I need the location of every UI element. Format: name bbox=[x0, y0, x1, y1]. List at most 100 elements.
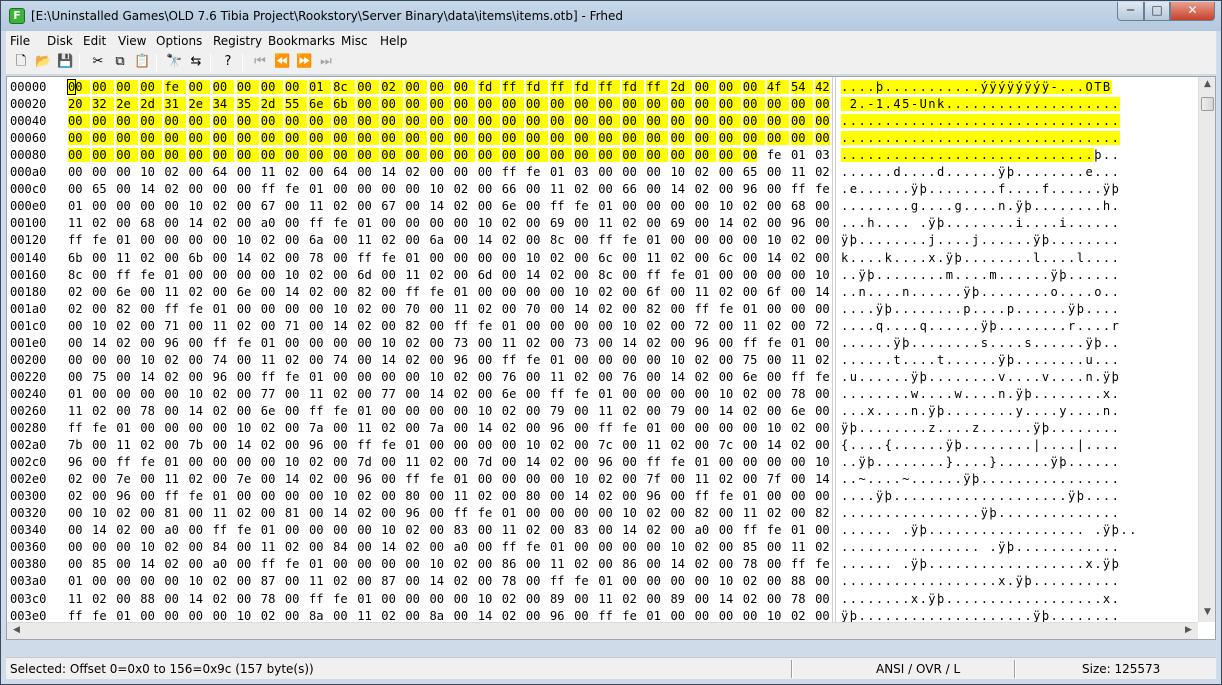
hex-byte[interactable]: 00 bbox=[140, 420, 156, 437]
hex-byte[interactable]: 00 bbox=[189, 608, 205, 622]
hex-byte[interactable]: 00 bbox=[237, 198, 253, 215]
hex-byte[interactable]: 00 bbox=[815, 403, 831, 420]
hex-byte[interactable]: 00 bbox=[189, 539, 205, 556]
horizontal-scrollbar[interactable]: ◀ ▶ bbox=[7, 622, 1198, 639]
hex-byte[interactable]: 10 bbox=[381, 522, 397, 539]
hex-byte[interactable]: 6c bbox=[598, 250, 614, 267]
hex-byte[interactable]: 00 bbox=[284, 130, 310, 147]
hex-byte[interactable]: 02 bbox=[502, 403, 518, 420]
hex-byte[interactable]: 00 bbox=[815, 335, 831, 352]
hex-byte[interactable]: 00 bbox=[453, 96, 479, 113]
hex-byte[interactable]: 00 bbox=[92, 301, 108, 318]
hex-byte[interactable]: 00 bbox=[453, 79, 479, 96]
hex-byte[interactable]: 00 bbox=[116, 164, 132, 181]
hex-byte[interactable]: 11 bbox=[164, 471, 180, 488]
hex-byte[interactable]: fd bbox=[574, 79, 599, 96]
hex-byte[interactable]: 00 bbox=[550, 96, 575, 113]
hex-byte[interactable]: 8c bbox=[550, 232, 566, 249]
hex-byte[interactable]: 00 bbox=[140, 386, 156, 403]
hex-byte[interactable]: 00 bbox=[719, 505, 735, 522]
hex-byte[interactable]: 00 bbox=[767, 352, 783, 369]
hex-byte[interactable]: 02 bbox=[454, 573, 470, 590]
hex-byte[interactable]: 00 bbox=[92, 79, 117, 96]
hex-byte[interactable]: 00 bbox=[116, 403, 132, 420]
hex-byte[interactable]: 02 bbox=[309, 471, 325, 488]
hex-byte[interactable]: 02 bbox=[695, 352, 711, 369]
hex-byte[interactable]: 96 bbox=[405, 505, 421, 522]
hex-byte[interactable]: 00 bbox=[791, 96, 816, 113]
hex-byte[interactable]: 00 bbox=[767, 573, 783, 590]
hex-byte[interactable]: fe bbox=[622, 420, 638, 437]
hex-byte[interactable]: 68 bbox=[791, 198, 807, 215]
hex-byte[interactable]: 01 bbox=[695, 454, 711, 471]
next-bookmark-icon[interactable]: ⏩ bbox=[296, 54, 312, 70]
hex-byte[interactable]: 00 bbox=[622, 96, 647, 113]
hex-byte[interactable]: 00 bbox=[357, 522, 373, 539]
hex-byte[interactable]: 14 bbox=[285, 284, 301, 301]
hex-byte[interactable]: 10 bbox=[574, 284, 590, 301]
hex-byte[interactable]: 00 bbox=[140, 335, 156, 352]
hex-byte[interactable]: 00 bbox=[357, 556, 373, 573]
hex-byte[interactable]: 02 bbox=[164, 352, 180, 369]
scroll-left-icon[interactable]: ◀ bbox=[8, 625, 25, 635]
frhed-icon[interactable]: F bbox=[9, 8, 25, 24]
hex-byte[interactable]: 14 bbox=[767, 437, 783, 454]
hex-byte[interactable]: 02 bbox=[357, 488, 373, 505]
hex-byte[interactable]: 6a bbox=[430, 232, 446, 249]
hex-byte[interactable]: fe bbox=[333, 591, 349, 608]
hex-byte[interactable]: 00 bbox=[430, 164, 446, 181]
hex-byte[interactable]: 02 bbox=[140, 250, 156, 267]
hex-byte[interactable]: 00 bbox=[574, 539, 590, 556]
hex-byte[interactable]: 02 bbox=[550, 250, 566, 267]
hex-byte[interactable]: 00 bbox=[285, 420, 301, 437]
hex-byte[interactable]: fe bbox=[574, 386, 590, 403]
hex-byte[interactable]: 14 bbox=[140, 369, 156, 386]
hex-row[interactable]: 00240 01 00 00 00 00 10 02 00 77 00 11 02 00 77 00 14 02 0… bbox=[7, 386, 1198, 403]
hex-byte[interactable]: 00 bbox=[719, 181, 735, 198]
hex-byte[interactable]: 02 bbox=[405, 522, 421, 539]
hex-byte[interactable]: 8c bbox=[68, 267, 84, 284]
hex-byte[interactable]: 6f bbox=[767, 284, 783, 301]
hex-byte[interactable]: 00 bbox=[574, 113, 599, 130]
hex-byte[interactable]: 02 bbox=[598, 301, 614, 318]
hex-byte[interactable]: 00 bbox=[333, 454, 349, 471]
hex-byte[interactable]: ff bbox=[791, 556, 807, 573]
hex-byte[interactable]: ff bbox=[68, 232, 84, 249]
hex-byte[interactable]: 96 bbox=[743, 181, 759, 198]
vertical-scroll-thumb[interactable] bbox=[1201, 97, 1214, 111]
hex-byte[interactable]: 11 bbox=[502, 335, 518, 352]
hex-byte[interactable]: 00 bbox=[116, 215, 132, 232]
hex-byte[interactable]: 00 bbox=[526, 573, 542, 590]
hex-byte[interactable]: 7c bbox=[598, 437, 614, 454]
hex-byte[interactable]: 00 bbox=[719, 232, 735, 249]
hex-byte[interactable]: 00 bbox=[719, 318, 735, 335]
hex-byte[interactable]: 00 bbox=[454, 215, 470, 232]
hex-byte[interactable]: 00 bbox=[646, 403, 662, 420]
hex-byte[interactable]: 00 bbox=[285, 573, 301, 590]
hex-byte[interactable]: 02 bbox=[454, 198, 470, 215]
hex-byte[interactable]: 2d bbox=[670, 79, 696, 96]
hex-byte[interactable]: 11 bbox=[213, 318, 229, 335]
hex-byte[interactable]: 00 bbox=[430, 591, 446, 608]
hex-byte[interactable]: 00 bbox=[622, 488, 638, 505]
hex-byte[interactable]: ff bbox=[598, 79, 623, 96]
hex-byte[interactable]: 10 bbox=[478, 215, 494, 232]
hex-byte[interactable]: 00 bbox=[766, 113, 792, 130]
hex-byte[interactable]: 11 bbox=[454, 301, 470, 318]
hex-byte[interactable]: 00 bbox=[68, 505, 84, 522]
hex-byte[interactable]: 11 bbox=[309, 198, 325, 215]
hex-byte[interactable]: 02 bbox=[502, 232, 518, 249]
hex-byte[interactable]: a0 bbox=[695, 522, 711, 539]
hex-byte[interactable]: 02 bbox=[767, 318, 783, 335]
hex-byte[interactable]: 00 bbox=[381, 403, 397, 420]
hex-byte[interactable]: 6e bbox=[116, 284, 132, 301]
hex-byte[interactable]: 02 bbox=[116, 522, 132, 539]
hex-byte[interactable]: 02 bbox=[695, 369, 711, 386]
hex-byte[interactable]: 00 bbox=[791, 113, 816, 130]
hex-byte[interactable]: 7e bbox=[116, 471, 132, 488]
hex-byte[interactable]: 00 bbox=[574, 96, 599, 113]
hex-byte[interactable]: 00 bbox=[189, 420, 205, 437]
scroll-down-icon[interactable]: ▼ bbox=[1199, 607, 1216, 617]
hex-byte[interactable]: 00 bbox=[309, 301, 325, 318]
hex-byte[interactable]: 00 bbox=[333, 250, 349, 267]
